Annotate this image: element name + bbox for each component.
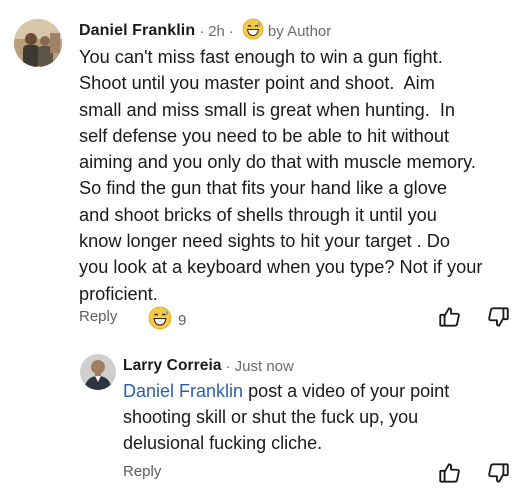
author-name[interactable]: Daniel Franklin: [79, 22, 195, 40]
meta-separator: ·: [225, 357, 231, 375]
comment-meta: Larry Correia · Just now: [123, 355, 294, 377]
author-tag: by Author: [267, 22, 332, 40]
comment-line: know longer need sights to hit your targ…: [79, 231, 451, 252]
comment-line: Shoot until you master point and shoot. …: [79, 73, 435, 94]
comment-line: and shoot bricks of shells through it un…: [79, 204, 437, 225]
grinning-sweat-emoji-icon: [148, 306, 172, 334]
thumbs-down-icon[interactable]: [485, 460, 511, 486]
comment-text: post a video of your point: [243, 381, 450, 401]
comment-line: self defense you need to be able to hit …: [79, 125, 450, 146]
mention-link[interactable]: Daniel Franklin: [123, 381, 243, 401]
reaction-summary[interactable]: 9: [148, 306, 186, 334]
comment-line: shooting skill or shut the fuck up, you: [123, 407, 419, 427]
comment-time: Just now: [234, 357, 294, 375]
comment-line: So find the gun that fits your hand like…: [79, 178, 448, 199]
avatar[interactable]: [14, 19, 62, 67]
comment-line: small and miss small is great when hunti…: [79, 99, 456, 120]
reply-larry-correia: Larry Correia · Just now Daniel Franklin…: [0, 340, 529, 500]
comment-line: You can't miss fast enough to win a gun …: [79, 47, 443, 67]
comment-line: delusional fucking cliche.: [123, 433, 323, 453]
meta-separator: ·: [199, 22, 205, 40]
comment-line: you look at a keyboard when you type? No…: [79, 257, 483, 278]
thumbs-up-icon[interactable]: [437, 460, 463, 486]
thumbs-down-icon[interactable]: [485, 304, 511, 330]
avatar-photo-icon: [80, 354, 116, 390]
avatar[interactable]: [80, 354, 116, 390]
comment-actions: Reply: [0, 460, 529, 484]
author-name[interactable]: Larry Correia: [123, 357, 222, 375]
comment-line: aiming and you only do that with muscle …: [79, 152, 476, 173]
meta-separator: ·: [228, 22, 234, 40]
comment-time: 2h: [208, 22, 225, 40]
avatar-photo-icon: [14, 19, 62, 67]
grinning-sweat-emoji-icon: [242, 18, 264, 45]
reply-button[interactable]: Reply: [123, 463, 161, 480]
comment-line: Daniel Franklin post a video of your poi…: [123, 378, 523, 404]
comment-meta: Daniel Franklin · 2h · by Author: [79, 18, 332, 45]
comment-daniel-franklin: Daniel Franklin · 2h · by Author You can…: [0, 0, 529, 340]
reaction-count: 9: [178, 311, 187, 329]
comment-body: Daniel Franklin post a video of your poi…: [123, 378, 523, 456]
thumbs-up-icon[interactable]: [437, 304, 463, 330]
reply-button[interactable]: Reply: [79, 308, 117, 325]
comment-actions: Reply 9: [0, 306, 529, 330]
comment-body: You can't miss fast enough to win a gun …: [79, 44, 519, 307]
